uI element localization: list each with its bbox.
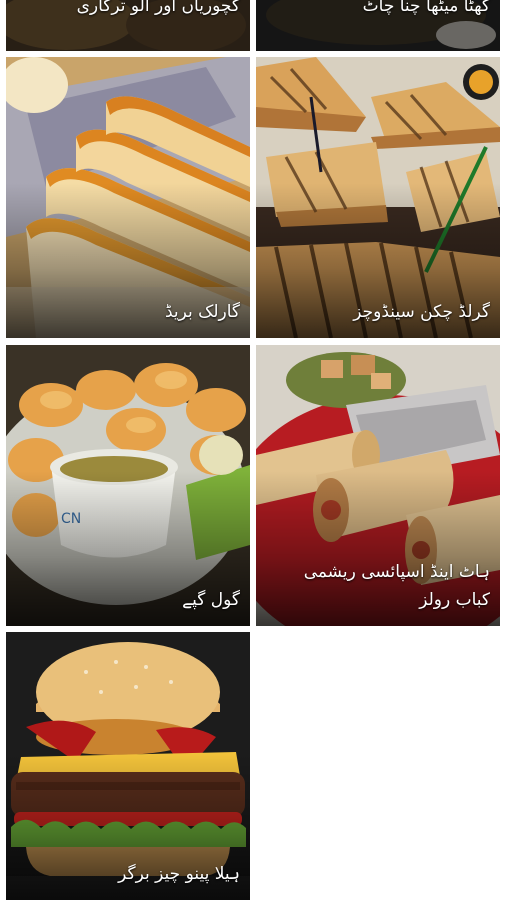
recipe-card-grilled-chicken-sandwiches[interactable]: گرلڈ چکن سینڈوچز xyxy=(256,57,500,338)
recipe-title: کھٹا میٹھا چنا چاٹ xyxy=(362,0,490,16)
recipe-card-garlic-bread[interactable]: گارلک بریڈ xyxy=(6,57,250,338)
recipe-title: ہاٹ اینڈ اسپائسی ریشمی کباب رولز xyxy=(303,562,490,610)
recipe-card-chana-chaat[interactable]: کھٹا میٹھا چنا چاٹ xyxy=(256,0,500,51)
recipe-title: کچوریاں اور آلو ترکاری xyxy=(76,0,240,16)
recipe-card-jalapeno-burger[interactable]: ہیلا پینو چیز برگر xyxy=(6,632,250,900)
recipe-title: گارلک بریڈ xyxy=(164,302,240,322)
recipe-title: ہیلا پینو چیز برگر xyxy=(118,864,240,884)
recipe-title: گول گپے xyxy=(182,590,240,610)
recipe-card-kachoriyan[interactable]: کچوریاں اور آلو ترکاری xyxy=(6,0,250,51)
recipe-card-gol-gappay[interactable]: CN گول گپے xyxy=(6,345,250,626)
recipe-title: گرلڈ چکن سینڈوچز xyxy=(353,302,490,322)
recipe-card-kabab-rolls[interactable]: ہاٹ اینڈ اسپائسی ریشمی کباب رولز xyxy=(256,345,500,626)
